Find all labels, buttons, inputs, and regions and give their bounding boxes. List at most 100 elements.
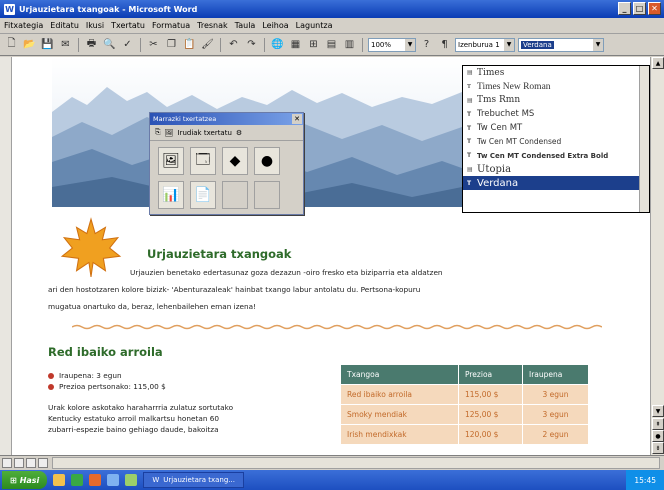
menu-window[interactable]: Leihoa bbox=[262, 21, 288, 30]
close-icon[interactable]: ✕ bbox=[292, 114, 302, 124]
email-icon[interactable]: ✉ bbox=[58, 37, 73, 52]
dropdown-scrollbar[interactable] bbox=[639, 66, 649, 212]
bullet-icon bbox=[48, 384, 54, 390]
save-icon[interactable]: 💾 bbox=[40, 37, 55, 52]
insert-excel-icon[interactable]: ▤ bbox=[324, 37, 339, 52]
taskbar-word-document[interactable]: W Urjauzietara txang... bbox=[143, 472, 244, 488]
toolbar-separator bbox=[264, 37, 265, 52]
copy-icon[interactable]: ❐ bbox=[164, 37, 179, 52]
cut-icon[interactable]: ✂ bbox=[146, 37, 161, 52]
insert-icon[interactable]: ⎘ bbox=[155, 128, 161, 137]
maximize-button[interactable]: □ bbox=[633, 2, 646, 15]
print-icon[interactable]: 🖶 bbox=[84, 37, 99, 52]
spelling-icon[interactable]: ✓ bbox=[120, 37, 135, 52]
columns-icon[interactable]: ▥ bbox=[342, 37, 357, 52]
table-cell: 115,00 $ bbox=[458, 384, 523, 405]
redo-icon[interactable]: ↷ bbox=[244, 37, 259, 52]
font-dropdown-list[interactable]: ▤ Times T Times New Roman ▤ Tms Rmn T Trebuc… bbox=[462, 65, 650, 213]
floating-toolbar-label[interactable]: Irudiak txertatu bbox=[178, 129, 232, 137]
scroll-down-icon[interactable]: ▼ bbox=[652, 405, 664, 417]
quicklaunch-desktop-icon[interactable] bbox=[107, 474, 120, 486]
font-select[interactable]: Verdana ▼ bbox=[518, 37, 604, 52]
clock[interactable]: 15:45 bbox=[634, 476, 656, 485]
font-option[interactable]: ▤ Tms Rmn bbox=[463, 94, 649, 108]
menu-insert[interactable]: Txertatu bbox=[111, 21, 145, 30]
menu-file[interactable]: Fitxategia bbox=[4, 21, 43, 30]
floating-toolbar-titlebar[interactable]: Marrazki txertatzea ✕ bbox=[150, 113, 303, 125]
menu-format[interactable]: Formatua bbox=[152, 21, 190, 30]
chevron-down-icon[interactable]: ▼ bbox=[593, 38, 603, 51]
paste-icon[interactable]: 📋 bbox=[182, 37, 197, 52]
start-button[interactable]: ⊞ Hasi bbox=[2, 471, 48, 489]
print-layout-view-icon[interactable] bbox=[26, 457, 36, 468]
previous-page-icon[interactable]: ⇞ bbox=[652, 418, 664, 430]
insert-table-icon[interactable]: ⊞ bbox=[306, 37, 321, 52]
quicklaunch-ie-icon[interactable] bbox=[125, 474, 138, 486]
font-option[interactable]: T Trebuchet MS bbox=[463, 107, 649, 121]
vertical-scrollbar[interactable]: ▲ ▼ ⇞ ● ⇟ bbox=[650, 57, 664, 455]
wordart-icon[interactable]: ● bbox=[254, 147, 280, 175]
font-option[interactable]: ▤ Times bbox=[463, 66, 649, 80]
chevron-down-icon[interactable]: ▼ bbox=[405, 38, 415, 51]
taskbar: ⊞ Hasi W Urjauzietara txang... 15:45 bbox=[0, 470, 664, 490]
next-page-icon[interactable]: ⇟ bbox=[652, 442, 664, 454]
close-button[interactable]: ✕ bbox=[648, 2, 661, 15]
word-app-icon[interactable]: W bbox=[4, 3, 15, 15]
quicklaunch-excel-icon[interactable] bbox=[71, 474, 84, 486]
font-option[interactable]: T Tw Cen MT Condensed Extra Bold bbox=[463, 149, 649, 163]
style-value: Izenburua 1 bbox=[458, 40, 500, 49]
new-document-icon[interactable]: 🗋 bbox=[4, 37, 19, 52]
menu-help[interactable]: Laguntza bbox=[296, 21, 333, 30]
help-icon[interactable]: ? bbox=[419, 37, 434, 52]
chart-icon[interactable]: 📊 bbox=[158, 181, 184, 209]
picture-from-file-icon[interactable]: 🗔 bbox=[190, 147, 216, 175]
minimize-button[interactable]: _ bbox=[618, 2, 631, 15]
system-tray: 15:45 bbox=[626, 470, 664, 490]
menu-edit[interactable]: Editatu bbox=[50, 21, 79, 30]
font-option[interactable]: T Tw Cen MT Condensed bbox=[463, 135, 649, 149]
document-title: Urjauzietara txangoak bbox=[147, 247, 292, 261]
table-cell: 2 egun bbox=[522, 424, 589, 445]
truetype-font-icon: T bbox=[467, 179, 472, 187]
font-option-selected[interactable]: T Verdana bbox=[463, 176, 649, 191]
font-option[interactable]: T Tw Cen MT bbox=[463, 121, 649, 135]
intro-paragraph-line: mugatua onartuko da, beraz, lehenbailehe… bbox=[48, 302, 257, 311]
picture-grid: 🖼 🗔 ◆ ● 📊 📄 bbox=[150, 141, 303, 215]
scroll-up-icon[interactable]: ▲ bbox=[652, 57, 664, 69]
undo-icon[interactable]: ↶ bbox=[226, 37, 241, 52]
insert-picture-icon[interactable]: 🖼 bbox=[165, 129, 174, 137]
menu-view[interactable]: Ikusi bbox=[86, 21, 104, 30]
font-option[interactable]: T Times New Roman bbox=[463, 80, 649, 94]
settings-icon[interactable]: ⚙ bbox=[236, 129, 242, 137]
table-cell: 3 egun bbox=[522, 404, 589, 425]
normal-view-icon[interactable] bbox=[2, 457, 12, 468]
autoshapes-icon[interactable]: ◆ bbox=[222, 147, 248, 175]
hyperlink-icon[interactable]: 🌐 bbox=[270, 37, 285, 52]
tables-borders-icon[interactable]: ▦ bbox=[288, 37, 303, 52]
section-title: Red ibaiko arroila bbox=[48, 345, 163, 359]
web-layout-view-icon[interactable] bbox=[14, 457, 24, 468]
style-select[interactable]: Izenburua 1 ▼ bbox=[455, 37, 515, 52]
column-header: Iraupena bbox=[522, 364, 589, 385]
styles-icon[interactable]: ¶ bbox=[437, 37, 452, 52]
zoom-select[interactable]: 100% ▼ bbox=[368, 37, 416, 52]
word-doc-icon: W bbox=[152, 476, 160, 484]
font-option[interactable]: ▤ Utopia bbox=[463, 163, 649, 177]
menu-table[interactable]: Taula bbox=[235, 21, 256, 30]
quicklaunch-outlook-icon[interactable] bbox=[53, 474, 66, 486]
menu-tools[interactable]: Tresnak bbox=[197, 21, 228, 30]
horizontal-scrollbar[interactable] bbox=[52, 456, 660, 469]
floating-picture-toolbar[interactable]: Marrazki txertatzea ✕ ⎘ 🖼 Irudiak txerta… bbox=[149, 112, 304, 215]
scanner-icon[interactable]: 📄 bbox=[190, 181, 216, 209]
outline-view-icon[interactable] bbox=[38, 457, 48, 468]
table-cell: Smoky mendiak bbox=[340, 404, 459, 425]
browse-object-icon[interactable]: ● bbox=[652, 430, 664, 442]
intro-paragraph-line: ari den hostotzaren kolore bizizk- 'Aben… bbox=[48, 285, 421, 294]
print-preview-icon[interactable]: 🔍 bbox=[102, 37, 117, 52]
quicklaunch-powerpoint-icon[interactable] bbox=[89, 474, 102, 486]
open-folder-icon[interactable]: 📂 bbox=[22, 37, 37, 52]
chevron-down-icon[interactable]: ▼ bbox=[504, 38, 514, 51]
clipart-picture-icon[interactable]: 🖼 bbox=[158, 147, 184, 175]
format-painter-icon[interactable]: 🖌 bbox=[200, 37, 215, 52]
body-paragraph-line: zubarri-espezie baino gehiago daude, bak… bbox=[48, 425, 219, 434]
